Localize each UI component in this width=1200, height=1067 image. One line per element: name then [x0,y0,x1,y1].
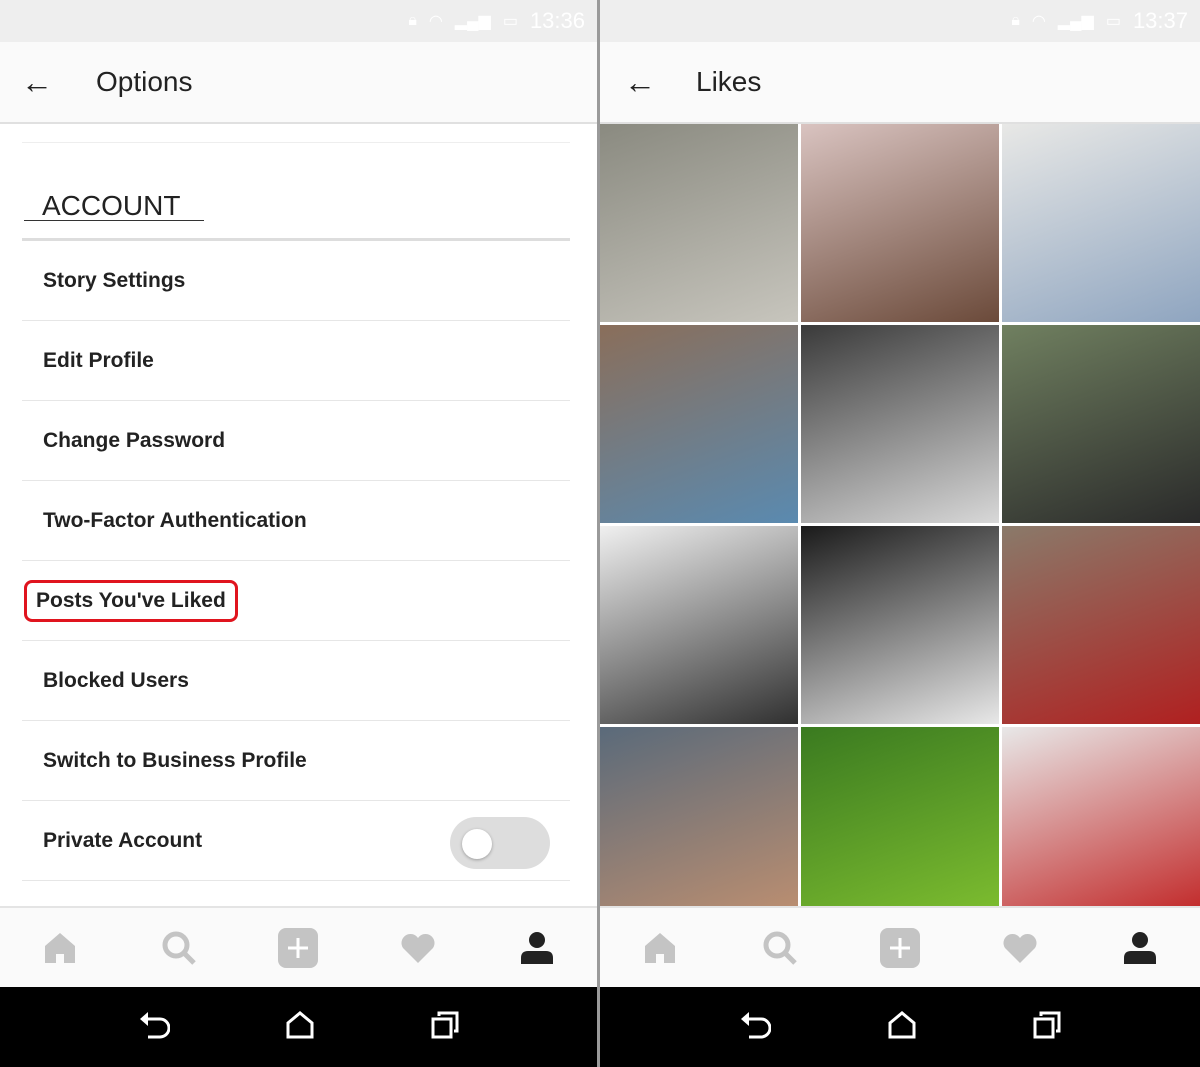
section-header: ACCOUNT [22,143,570,241]
liked-photo[interactable] [1002,727,1200,906]
profile-icon[interactable] [507,931,567,965]
option-label: Switch to Business Profile [43,748,307,772]
option-label: Blocked Users [43,668,189,692]
lock-icon: 🔒︎ [408,12,417,29]
clock: 13:36 [529,8,585,33]
options-list: ACCOUNT Story Settings Edit Profile Chan… [22,124,570,881]
recents-nav-icon[interactable] [1033,1011,1061,1044]
add-icon[interactable] [870,927,930,968]
recents-nav-icon[interactable] [431,1011,459,1044]
option-label: Edit Profile [43,348,154,372]
liked-photo[interactable] [801,124,999,322]
option-label: Two-Factor Authentication [43,508,307,532]
liked-photo[interactable] [1002,325,1200,523]
search-icon[interactable] [149,930,209,966]
divider [22,124,570,143]
option-edit-profile[interactable]: Edit Profile [22,321,570,401]
option-posts-liked[interactable]: Posts You've Liked [22,561,570,641]
back-arrow-icon[interactable]: ← [0,64,74,101]
signal-icon: ▂▄▆ [454,13,491,30]
signal-icon: ▂▄▆ [1057,13,1094,30]
app-bar: ← Likes [600,42,1200,124]
option-label: Change Password [43,428,226,452]
battery-icon: ▭ [1105,13,1121,30]
battery-icon: ▭ [502,13,518,30]
bottom-tab-bar [0,906,597,987]
wifi-icon: ◠ [1031,13,1046,30]
home-icon[interactable] [30,931,90,965]
liked-photo[interactable] [600,526,798,724]
heart-icon[interactable] [990,932,1050,964]
status-bar: 🔒︎ ◠ ▂▄▆ ▭ 13:36 [0,0,597,42]
option-change-password[interactable]: Change Password [22,401,570,481]
back-arrow-icon[interactable]: ← [600,64,674,101]
profile-icon[interactable] [1110,931,1170,965]
liked-photos-grid [600,124,1200,906]
option-blocked-users[interactable]: Blocked Users [22,641,570,721]
option-label-highlighted: Posts You've Liked [24,579,238,622]
bottom-tab-bar [600,906,1200,987]
back-nav-icon[interactable] [138,1010,171,1045]
liked-photo[interactable] [801,727,999,906]
option-business-profile[interactable]: Switch to Business Profile [22,721,570,801]
option-story-settings[interactable]: Story Settings [22,241,570,321]
home-nav-icon[interactable] [286,1010,314,1044]
liked-photo[interactable] [1002,124,1200,322]
lock-icon: 🔒︎ [1011,12,1020,29]
status-bar: 🔒︎ ◠ ▂▄▆ ▭ 13:37 [600,0,1200,42]
liked-photo[interactable] [600,325,798,523]
options-screen: 🔒︎ ◠ ▂▄▆ ▭ 13:36 ← Options ACCOUNT Story… [0,0,597,1067]
system-nav-bar [0,987,597,1067]
liked-photo[interactable] [600,124,798,322]
liked-photo[interactable] [1002,526,1200,724]
home-nav-icon[interactable] [888,1010,916,1044]
private-account-toggle[interactable] [450,817,550,869]
liked-photo[interactable] [600,727,798,906]
option-label: Story Settings [43,268,186,292]
likes-screen: 🔒︎ ◠ ▂▄▆ ▭ 13:37 ← Likes [600,0,1200,1067]
option-private-account: Private Account [22,801,570,881]
liked-photo[interactable] [801,325,999,523]
app-bar: ← Options [0,42,597,124]
back-nav-icon[interactable] [739,1010,772,1045]
option-two-factor[interactable]: Two-Factor Authentication [22,481,570,561]
page-title: Likes [696,66,762,97]
wifi-icon: ◠ [428,13,443,30]
search-icon[interactable] [750,930,810,966]
section-label: ACCOUNT [42,190,181,221]
add-icon[interactable] [268,927,328,968]
system-nav-bar [600,987,1200,1067]
option-label: Private Account [43,828,203,852]
clock: 13:37 [1132,8,1188,33]
heart-icon[interactable] [388,932,448,964]
home-icon[interactable] [630,931,690,965]
page-title: Options [96,66,193,97]
liked-photo[interactable] [801,526,999,724]
